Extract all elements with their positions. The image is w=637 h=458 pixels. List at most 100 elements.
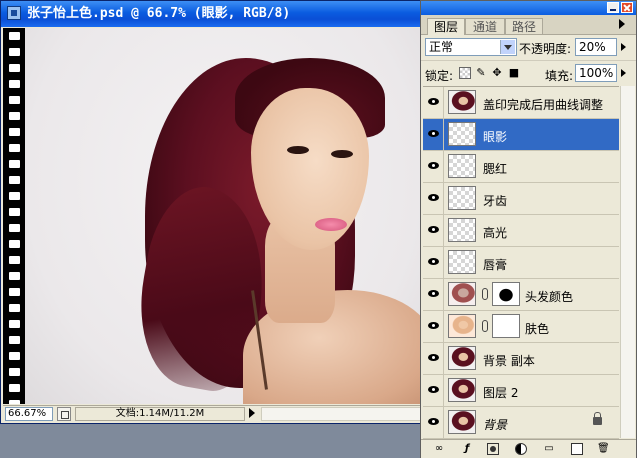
film-perforation (9, 272, 20, 280)
visibility-toggle[interactable] (423, 151, 444, 182)
layers-palette: 图层 通道 路径 正常 不透明度: 20% 锁定: ✎ ✥ ■ 填充: 100%… (420, 0, 637, 458)
link-layers-icon[interactable]: ∞ (433, 443, 445, 455)
tab-paths[interactable]: 路径 (505, 18, 543, 34)
visibility-toggle[interactable] (423, 87, 444, 118)
layer-row[interactable]: 唇膏 (423, 247, 619, 279)
visibility-toggle[interactable] (423, 215, 444, 246)
film-perforation (9, 304, 20, 312)
layer-thumbnail[interactable] (448, 122, 476, 146)
new-layer-icon[interactable] (571, 443, 583, 455)
film-perforation (9, 64, 20, 72)
new-group-folder-icon[interactable]: ▭ (543, 443, 555, 455)
photoshop-document-icon (7, 6, 21, 20)
opacity-field[interactable]: 20% (575, 38, 617, 56)
eye-icon (428, 386, 439, 393)
zoom-field[interactable]: 66.67% (5, 407, 53, 421)
layer-row[interactable]: 头发颜色 (423, 279, 619, 311)
eye-icon (428, 354, 439, 361)
status-menu-arrow-icon[interactable] (249, 408, 255, 418)
layer-thumbnail[interactable] (448, 250, 476, 274)
film-perforation (9, 208, 20, 216)
trash-icon[interactable]: 🗑 (597, 443, 610, 455)
layer-row[interactable]: 盖印完成后用曲线调整 (423, 87, 619, 119)
opacity-slider-arrow-icon[interactable] (621, 43, 626, 51)
tab-layers[interactable]: 图层 (427, 18, 465, 35)
film-perforation (9, 256, 20, 264)
fill-field[interactable]: 100% (575, 64, 617, 82)
layer-mask-thumbnail[interactable] (492, 314, 520, 338)
layer-row[interactable]: 腮红 (423, 151, 619, 183)
vertical-scrollbar[interactable] (620, 86, 635, 438)
film-perforation (9, 384, 20, 392)
adjustment-layer-icon[interactable] (515, 443, 527, 455)
visibility-toggle[interactable] (423, 375, 444, 406)
visibility-toggle[interactable] (423, 343, 444, 374)
add-mask-icon[interactable] (487, 443, 499, 455)
status-options-button[interactable] (57, 407, 71, 421)
layer-thumbnail[interactable] (448, 90, 476, 114)
visibility-toggle[interactable] (423, 311, 444, 342)
layer-row[interactable]: 牙齿 (423, 183, 619, 215)
layer-row[interactable]: 肤色 (423, 311, 619, 343)
tab-channels[interactable]: 通道 (465, 18, 505, 34)
layer-row[interactable]: 背景 (423, 407, 619, 439)
eye-icon (428, 130, 439, 137)
layers-toolbar: ∞ ƒ ▭ 🗑 (421, 439, 636, 458)
film-perforation (9, 320, 20, 328)
layer-mask-thumbnail[interactable] (492, 282, 520, 306)
fill-slider-arrow-icon[interactable] (621, 69, 626, 77)
minimize-icon[interactable] (607, 2, 619, 13)
palette-titlebar[interactable] (421, 1, 636, 15)
layer-name: 背景 (483, 418, 508, 432)
film-perforation (9, 80, 20, 88)
layer-thumbnail[interactable] (448, 282, 476, 306)
film-perforation (9, 160, 20, 168)
lock-pixels-brush-icon[interactable]: ✎ (475, 67, 487, 79)
status-bar: 66.67% 文档:1.14M/11.2M (3, 405, 421, 423)
lock-all-icon[interactable]: ■ (508, 67, 520, 79)
layer-thumbnail[interactable] (448, 410, 476, 434)
film-perforation (9, 48, 20, 56)
lock-transparency-icon[interactable] (459, 67, 471, 79)
layer-row[interactable]: 背景 副本 (423, 343, 619, 375)
document-title: 张子怡上色.psd @ 66.7% (眼影, RGB/8) (27, 6, 291, 21)
film-perforation (9, 240, 20, 248)
document-window: 张子怡上色.psd @ 66.7% (眼影, RGB/8) 66.67% 文档:… (0, 0, 424, 424)
film-perforation (9, 176, 20, 184)
chevron-down-icon[interactable] (500, 40, 515, 54)
visibility-toggle[interactable] (423, 183, 444, 214)
film-perforation (9, 32, 20, 40)
layer-thumbnail[interactable] (448, 378, 476, 402)
close-icon[interactable] (621, 2, 633, 13)
film-perforation (9, 144, 20, 152)
layer-thumbnail[interactable] (448, 218, 476, 242)
layer-style-icon[interactable]: ƒ (461, 443, 473, 455)
visibility-toggle[interactable] (423, 119, 444, 150)
palette-menu-arrow-icon[interactable] (619, 19, 625, 29)
layer-name: 肤色 (525, 322, 550, 336)
mask-link-icon[interactable] (482, 320, 488, 332)
layer-name: 唇膏 (483, 258, 508, 272)
visibility-toggle[interactable] (423, 407, 444, 438)
mask-link-icon[interactable] (482, 288, 488, 300)
layer-thumbnail[interactable] (448, 186, 476, 210)
blend-mode-select[interactable]: 正常 (425, 38, 517, 56)
layer-thumbnail[interactable] (448, 314, 476, 338)
horizontal-scrollbar[interactable] (261, 407, 421, 421)
layer-thumbnail[interactable] (448, 154, 476, 178)
visibility-toggle[interactable] (423, 247, 444, 278)
layer-row[interactable]: 图层 2 (423, 375, 619, 407)
eye-icon (428, 322, 439, 329)
lock-icon (593, 412, 602, 425)
layer-name: 盖印完成后用曲线调整 (483, 98, 604, 112)
lock-position-move-icon[interactable]: ✥ (491, 67, 503, 79)
film-perforation (9, 112, 20, 120)
layer-row[interactable]: 高光 (423, 215, 619, 247)
blend-row: 正常 不透明度: 20% (421, 35, 636, 59)
layer-row[interactable]: 眼影 (423, 119, 619, 151)
eye-icon (428, 258, 439, 265)
layer-thumbnail[interactable] (448, 346, 476, 370)
visibility-toggle[interactable] (423, 279, 444, 310)
document-titlebar[interactable]: 张子怡上色.psd @ 66.7% (眼影, RGB/8) (1, 1, 423, 27)
image-canvas[interactable] (3, 28, 421, 404)
